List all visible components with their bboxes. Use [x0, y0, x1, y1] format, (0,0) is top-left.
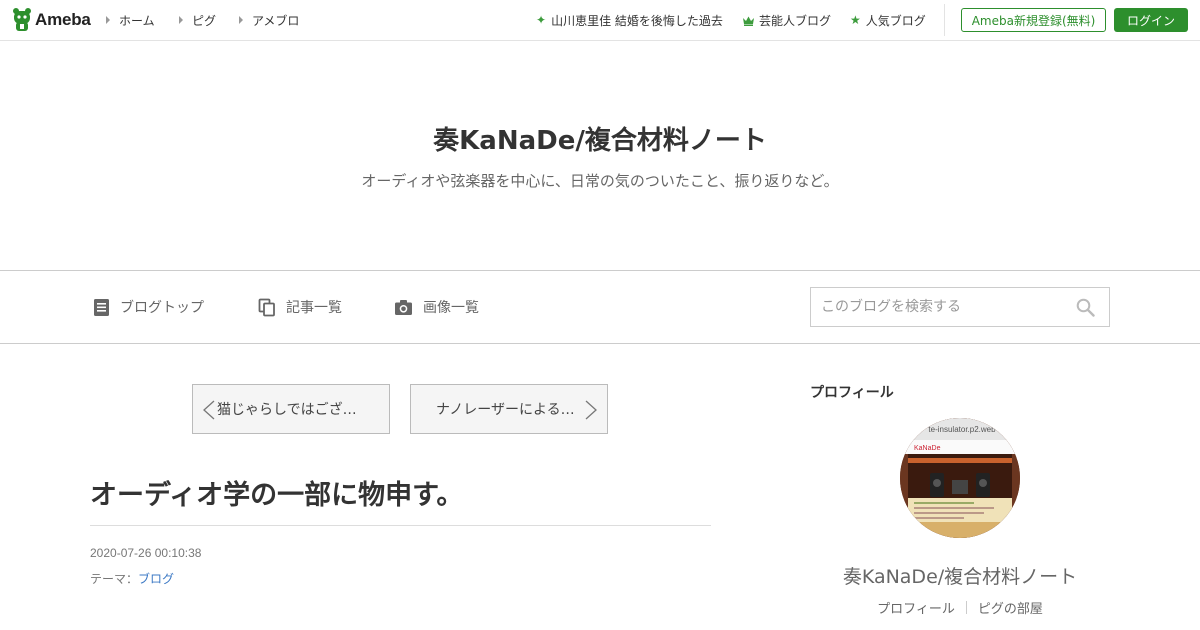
- nav-image-list-label: 画像一覧: [423, 300, 479, 316]
- crown-icon: [743, 16, 754, 26]
- triangle-right-icon: [239, 16, 243, 24]
- profile-name[interactable]: 奏KaNaDe/複合材料ノート: [780, 562, 1140, 589]
- blog-title[interactable]: 奏KaNaDe/複合材料ノート: [0, 120, 1200, 157]
- divider: [965, 601, 967, 614]
- document-icon: [94, 298, 109, 316]
- global-header: Ameba ホーム ピグ アメブロ ✦ 山川恵里佳 結婚を後悔した過去 芸能人ブ…: [0, 0, 1200, 41]
- blog-search: [810, 287, 1110, 327]
- avatar-caption: te-insulator.p2.web: [928, 425, 996, 434]
- theme-link[interactable]: ブログ: [138, 572, 174, 586]
- divider: [90, 525, 711, 526]
- search-input[interactable]: [811, 288, 1061, 326]
- topnav-pigg-label: ピグ: [192, 13, 217, 28]
- star-icon: ★: [850, 13, 861, 27]
- next-entry-label: ナノレーザーによる…: [436, 402, 575, 418]
- nav-entry-list-label: 記事一覧: [286, 300, 342, 316]
- topnav-pigg[interactable]: ピグ: [179, 0, 216, 40]
- prev-entry-label: 猫じゃらしではござ…: [217, 402, 357, 418]
- avatar-logo: KaNaDe: [914, 445, 941, 452]
- ameba-mascot-icon: [13, 8, 31, 31]
- entry-theme: テーマ：ブログ: [90, 570, 174, 587]
- logo-text: Ameba: [35, 10, 91, 29]
- popular-blog-link[interactable]: ★ 人気ブログ: [850, 0, 926, 40]
- divider: [944, 4, 945, 36]
- entry-title[interactable]: オーディオ学の一部に物申す。: [90, 473, 463, 512]
- theme-prefix: テーマ：: [90, 572, 139, 586]
- ameba-logo[interactable]: Ameba: [12, 7, 91, 33]
- nav-blog-top[interactable]: ブログトップ: [93, 296, 204, 318]
- search-icon[interactable]: [1076, 298, 1095, 317]
- topnav-home[interactable]: ホーム: [106, 0, 155, 40]
- camera-icon: [395, 299, 412, 315]
- login-button[interactable]: ログイン: [1114, 8, 1188, 32]
- triangle-right-icon: [106, 16, 110, 24]
- blog-description: オーディオや弦楽器を中心に、日常の気のついたこと、振り返りなど。: [361, 172, 839, 190]
- nav-blog-top-label: ブログトップ: [120, 300, 204, 316]
- register-button[interactable]: Ameba新規登録(無料): [961, 8, 1106, 32]
- pigg-room-link[interactable]: ピグの部屋: [978, 598, 1043, 617]
- topnav-ameblo-label: アメブロ: [252, 13, 300, 28]
- blog-nav: ブログトップ 記事一覧 画像一覧: [0, 270, 1200, 344]
- trend-link-label: 山川恵里佳 結婚を後悔した過去: [551, 13, 723, 28]
- popular-blog-label: 人気ブログ: [865, 13, 926, 28]
- chevron-right-icon: [585, 400, 597, 420]
- copy-icon: [258, 298, 275, 316]
- chevron-left-icon: [203, 400, 215, 420]
- triangle-right-icon: [179, 16, 183, 24]
- sparkle-icon: ✦: [536, 13, 547, 27]
- topnav-home-label: ホーム: [119, 13, 155, 28]
- entry-date: 2020-07-26 00:10:38: [90, 546, 202, 560]
- profile-links: プロフィール ピグの部屋: [780, 598, 1140, 617]
- topnav-ameblo[interactable]: アメブロ: [239, 0, 299, 40]
- profile-heading: プロフィール: [810, 385, 894, 401]
- avatar[interactable]: te-insulator.p2.web KaNaDe: [900, 418, 1020, 538]
- celebrity-blog-link[interactable]: 芸能人ブログ: [742, 0, 831, 40]
- nav-image-list[interactable]: 画像一覧: [394, 296, 479, 318]
- avatar-image: te-insulator.p2.web KaNaDe: [900, 418, 1020, 538]
- prev-entry-button[interactable]: 猫じゃらしではござ…: [192, 384, 390, 434]
- nav-entry-list[interactable]: 記事一覧: [258, 296, 342, 318]
- celebrity-blog-label: 芸能人ブログ: [759, 13, 832, 28]
- profile-link[interactable]: プロフィール: [877, 598, 955, 617]
- trend-link[interactable]: ✦ 山川恵里佳 結婚を後悔した過去: [536, 0, 723, 40]
- next-entry-button[interactable]: ナノレーザーによる…: [410, 384, 608, 434]
